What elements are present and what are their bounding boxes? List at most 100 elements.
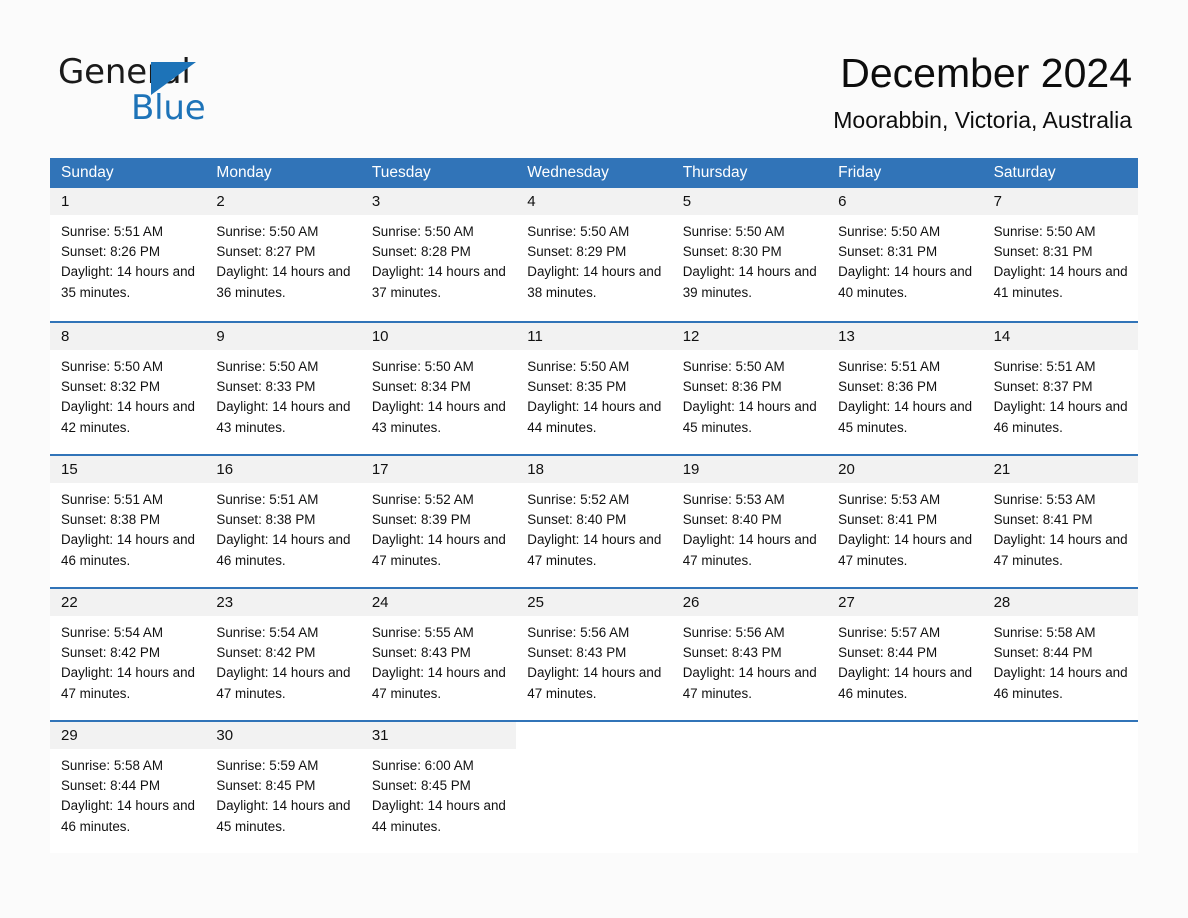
calendar-day-cell[interactable]: 25 Sunrise: 5:56 AM Sunset: 8:43 PM Dayligh… <box>516 589 672 720</box>
sunset-text: Sunset: 8:38 PM <box>61 512 160 528</box>
calendar-day-cell[interactable]: 8 Sunrise: 5:50 AM Sunset: 8:32 PM Daylight… <box>50 323 206 454</box>
day-number: 17 <box>371 461 389 478</box>
day-number-band <box>516 722 672 749</box>
sunset-text: Sunset: 8:37 PM <box>993 379 1093 395</box>
calendar-day-cell[interactable]: 28 Sunrise: 5:58 AM Sunset: 8:44 PM Dayligh… <box>982 589 1138 720</box>
calendar-day-cell[interactable]: 10 Sunrise: 5:50 AM Sunset: 8:34 PM Dayligh… <box>360 323 517 454</box>
day-details: Sunrise: 5:51 AM Sunset: 8:36 PM Daylight:… <box>827 350 982 438</box>
day-details: Sunrise: 5:50 AM Sunset: 8:33 PM Daylight:… <box>205 350 360 438</box>
calendar-day-cell[interactable]: 27 Sunrise: 5:57 AM Sunset: 8:44 PM Dayligh… <box>827 589 983 720</box>
calendar-day-cell[interactable]: 7 Sunrise: 5:50 AM Sunset: 8:31 PM Daylight… <box>982 188 1138 321</box>
daylight-text: Daylight: 14 hours and 43 minutes. <box>216 399 351 435</box>
weekday-header-wednesday: Wednesday <box>527 164 609 181</box>
day-number: 29 <box>61 727 78 744</box>
day-details: Sunrise: 5:50 AM Sunset: 8:29 PM Daylight:… <box>516 215 671 303</box>
day-number-band: 3 <box>360 188 517 215</box>
calendar-day-cell[interactable]: 16 Sunrise: 5:51 AM Sunset: 8:38 PM Dayligh… <box>205 456 361 587</box>
calendar-day-cell[interactable]: 31 Sunrise: 6:00 AM Sunset: 8:45 PM Dayligh… <box>360 722 517 853</box>
calendar-day-cell[interactable]: 21 Sunrise: 5:53 AM Sunset: 8:41 PM Dayligh… <box>982 456 1138 587</box>
sunrise-text: Sunrise: 5:51 AM <box>216 492 319 507</box>
day-number-band: 18 <box>516 456 672 483</box>
daylight-text: Daylight: 14 hours and 47 minutes. <box>371 532 506 568</box>
sunrise-text: Sunrise: 5:58 AM <box>993 625 1096 640</box>
day-number-band: 9 <box>205 323 361 350</box>
calendar-day-cell[interactable]: 11 Sunrise: 5:50 AM Sunset: 8:35 PM Dayligh… <box>516 323 672 454</box>
sunrise-text: Sunrise: 5:59 AM <box>216 758 319 773</box>
calendar-day-cell[interactable]: 5 Sunrise: 5:50 AM Sunset: 8:30 PM Daylight… <box>671 188 828 321</box>
day-details: Sunrise: 5:51 AM Sunset: 8:37 PM Daylight:… <box>983 350 1138 438</box>
calendar-day-cell[interactable]: 2 Sunrise: 5:50 AM Sunset: 8:27 PM Daylight… <box>205 188 361 321</box>
day-number-band: 21 <box>982 456 1138 483</box>
day-number-band: 14 <box>982 323 1138 350</box>
day-details: Sunrise: 5:53 AM Sunset: 8:41 PM Daylight:… <box>983 483 1138 571</box>
sunrise-text: Sunrise: 5:50 AM <box>371 359 474 374</box>
day-number: 28 <box>993 594 1011 611</box>
daylight-text: Daylight: 14 hours and 44 minutes. <box>371 798 506 834</box>
calendar-day-cell-empty <box>982 722 1138 853</box>
day-number-band: 12 <box>671 323 828 350</box>
calendar-day-cell[interactable]: 3 Sunrise: 5:50 AM Sunset: 8:28 PM Daylight… <box>360 188 517 321</box>
calendar-day-cell[interactable]: 15 Sunrise: 5:51 AM Sunset: 8:38 PM Dayligh… <box>50 456 206 587</box>
sunset-text: Sunset: 8:36 PM <box>838 379 938 395</box>
day-details: Sunrise: 5:54 AM Sunset: 8:42 PM Daylight:… <box>50 616 205 704</box>
daylight-text: Daylight: 14 hours and 47 minutes. <box>61 665 195 701</box>
day-number: 6 <box>838 193 847 210</box>
sunset-text: Sunset: 8:42 PM <box>61 645 160 661</box>
day-number: 22 <box>61 594 78 611</box>
day-details: Sunrise: 5:58 AM Sunset: 8:44 PM Daylight:… <box>983 616 1138 704</box>
day-number: 27 <box>838 594 855 611</box>
sunset-text: Sunset: 8:43 PM <box>682 645 782 661</box>
general-blue-logo[interactable]: General Blue <box>58 52 318 134</box>
sunset-text: Sunset: 8:32 PM <box>61 379 160 395</box>
day-number: 15 <box>61 461 78 478</box>
calendar-day-cell[interactable]: 26 Sunrise: 5:56 AM Sunset: 8:43 PM Dayligh… <box>671 589 828 720</box>
calendar-day-cell[interactable]: 4 Sunrise: 5:50 AM Sunset: 8:29 PM Daylight… <box>516 188 672 321</box>
day-number: 19 <box>682 461 700 478</box>
day-number: 16 <box>216 461 234 478</box>
day-number-band: 2 <box>205 188 361 215</box>
calendar-day-cell[interactable]: 1 Sunrise: 5:51 AM Sunset: 8:26 PM Daylight… <box>50 188 206 321</box>
calendar-day-cell[interactable]: 13 Sunrise: 5:51 AM Sunset: 8:36 PM Dayligh… <box>827 323 983 454</box>
calendar-day-cell[interactable]: 12 Sunrise: 5:50 AM Sunset: 8:36 PM Dayligh… <box>671 323 828 454</box>
calendar-day-cell[interactable]: 24 Sunrise: 5:55 AM Sunset: 8:43 PM Dayligh… <box>360 589 517 720</box>
sunrise-text: Sunrise: 5:50 AM <box>838 224 941 239</box>
day-number-band: 22 <box>50 589 206 616</box>
day-number-band: 6 <box>827 188 983 215</box>
day-number-band: 1 <box>50 188 206 215</box>
sunrise-text: Sunrise: 5:55 AM <box>371 625 474 640</box>
calendar-day-cell[interactable]: 29 Sunrise: 5:58 AM Sunset: 8:44 PM Dayligh… <box>50 722 206 853</box>
calendar-day-cell[interactable]: 20 Sunrise: 5:53 AM Sunset: 8:41 PM Dayligh… <box>827 456 983 587</box>
calendar-day-cell[interactable]: 17 Sunrise: 5:52 AM Sunset: 8:39 PM Dayligh… <box>360 456 517 587</box>
daylight-text: Daylight: 14 hours and 38 minutes. <box>527 264 662 300</box>
daylight-text: Daylight: 14 hours and 46 minutes. <box>993 665 1128 701</box>
weekday-header-sunday: Sunday <box>61 164 114 181</box>
calendar-grid: Sunday Monday Tuesday Wednesday Thursday Frid… <box>50 158 1138 853</box>
sunrise-text: Sunrise: 5:51 AM <box>61 492 163 507</box>
day-number: 9 <box>216 328 225 345</box>
calendar-day-cell[interactable]: 6 Sunrise: 5:50 AM Sunset: 8:31 PM Daylight… <box>827 188 983 321</box>
day-details: Sunrise: 6:00 AM Sunset: 8:45 PM Daylight:… <box>361 749 516 837</box>
sunset-text: Sunset: 8:44 PM <box>61 778 160 794</box>
day-number-band: 29 <box>50 722 206 749</box>
calendar-day-cell[interactable]: 14 Sunrise: 5:51 AM Sunset: 8:37 PM Dayligh… <box>982 323 1138 454</box>
day-number: 20 <box>838 461 855 478</box>
calendar-day-cell[interactable]: 18 Sunrise: 5:52 AM Sunset: 8:40 PM Dayligh… <box>516 456 672 587</box>
calendar-day-cell[interactable]: 19 Sunrise: 5:53 AM Sunset: 8:40 PM Dayligh… <box>671 456 828 587</box>
sunrise-text: Sunrise: 5:53 AM <box>838 492 941 507</box>
daylight-text: Daylight: 14 hours and 47 minutes. <box>993 532 1128 568</box>
weekday-header-monday: Monday <box>216 164 272 181</box>
calendar-day-cell[interactable]: 23 Sunrise: 5:54 AM Sunset: 8:42 PM Dayligh… <box>205 589 361 720</box>
calendar-week-row: 29 Sunrise: 5:58 AM Sunset: 8:44 PM Dayligh… <box>50 720 1138 853</box>
day-number-band <box>982 722 1138 749</box>
day-number: 10 <box>371 328 389 345</box>
day-details: Sunrise: 5:59 AM Sunset: 8:45 PM Daylight:… <box>205 749 360 837</box>
calendar-day-cell[interactable]: 22 Sunrise: 5:54 AM Sunset: 8:42 PM Dayligh… <box>50 589 206 720</box>
day-number-band: 7 <box>982 188 1138 215</box>
page-subtitle: Moorabbin, Victoria, Australia <box>833 107 1132 133</box>
day-number-band: 17 <box>360 456 517 483</box>
day-number: 26 <box>682 594 700 611</box>
calendar-day-cell[interactable]: 30 Sunrise: 5:59 AM Sunset: 8:45 PM Dayligh… <box>205 722 361 853</box>
sunset-text: Sunset: 8:35 PM <box>527 379 627 395</box>
sunset-text: Sunset: 8:39 PM <box>371 512 471 528</box>
calendar-day-cell[interactable]: 9 Sunrise: 5:50 AM Sunset: 8:33 PM Daylight… <box>205 323 361 454</box>
